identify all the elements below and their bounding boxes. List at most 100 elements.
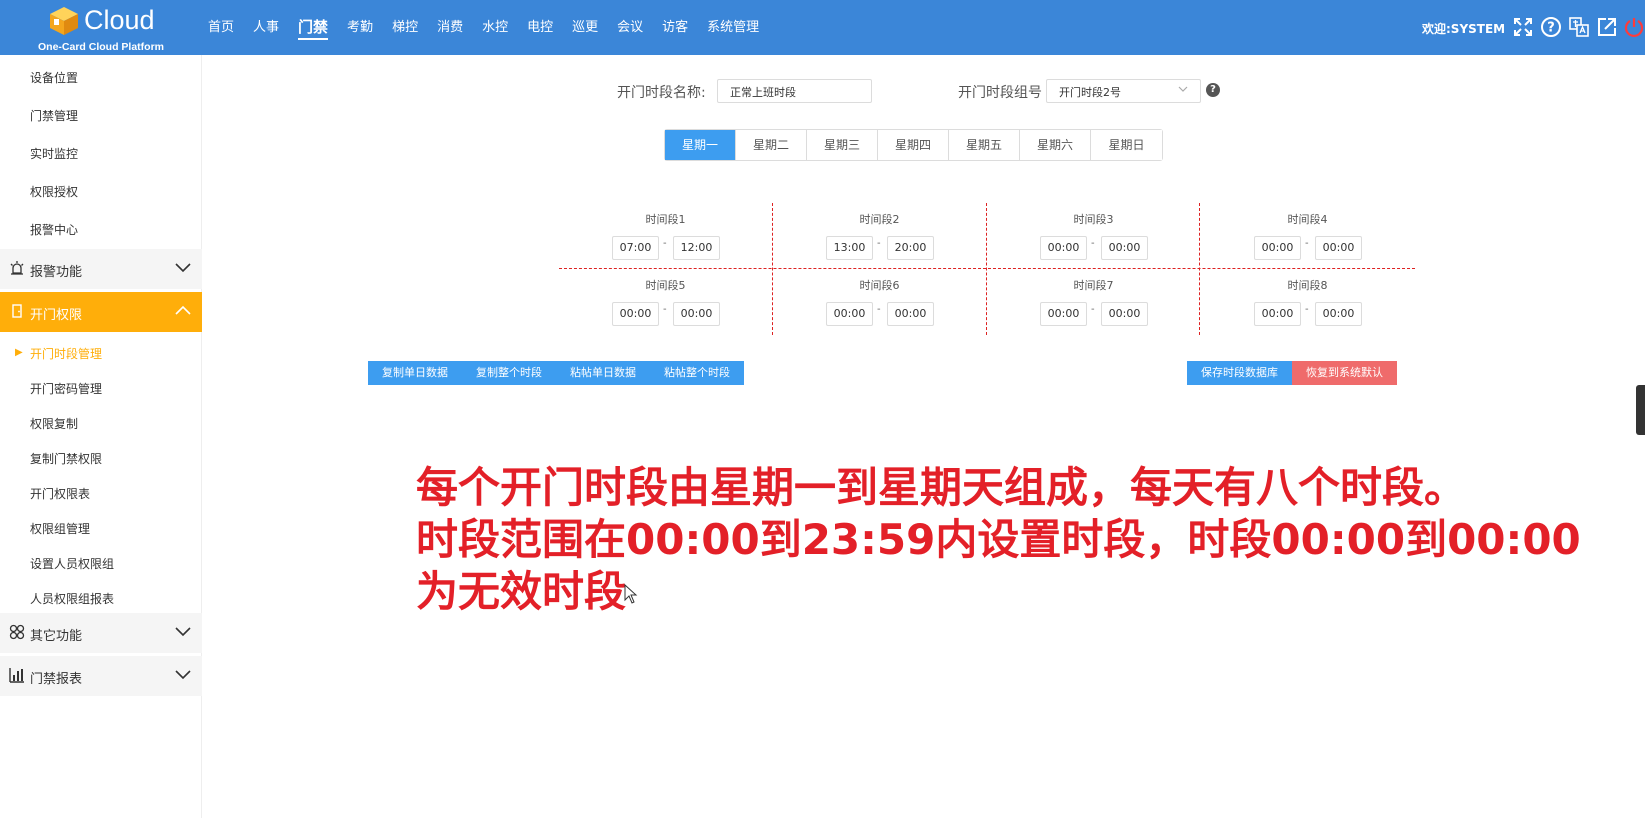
tab-tuesday[interactable]: 星期二	[736, 130, 807, 160]
slot-start-input[interactable]: 00:00	[1254, 236, 1301, 260]
save-button[interactable]: 保存时段数据库	[1187, 361, 1292, 385]
logo[interactable]: Cloud One-Card Cloud Platform	[30, 2, 172, 53]
sidebar-group-alarm[interactable]: 报警功能	[0, 249, 202, 289]
sidebar-item-copy-access-permission[interactable]: 复制门禁权限	[30, 450, 102, 467]
slot-separator: -	[663, 238, 667, 249]
sidebar-group-access-report[interactable]: 门禁报表	[0, 656, 202, 696]
slot-start-input[interactable]: 00:00	[612, 302, 659, 326]
nav-visitor[interactable]: 访客	[662, 0, 688, 55]
time-slot-7: 时间段7 00:00 - 00:00	[987, 269, 1200, 329]
tab-sunday[interactable]: 星期日	[1091, 130, 1162, 160]
slot-end-input[interactable]: 20:00	[887, 236, 934, 260]
nav-power-control[interactable]: 电控	[527, 0, 553, 55]
time-slot-5: 时间段5 00:00 - 00:00	[559, 269, 772, 329]
nav-system-management[interactable]: 系统管理	[707, 0, 759, 55]
slot-end-input[interactable]: 12:00	[673, 236, 720, 260]
logo-icon	[50, 7, 78, 35]
slot-title: 时间段5	[645, 279, 686, 292]
nav-meeting[interactable]: 会议	[617, 0, 643, 55]
tab-thursday[interactable]: 星期四	[878, 130, 949, 160]
question-icon[interactable]: ?	[1206, 83, 1220, 97]
slot-end-input[interactable]: 00:00	[673, 302, 720, 326]
chevron-up-icon	[175, 305, 191, 315]
paste-all-button[interactable]: 粘帖整个时段	[650, 361, 744, 385]
tab-friday[interactable]: 星期五	[949, 130, 1020, 160]
slot-title: 时间段2	[859, 213, 900, 226]
fullscreen-icon[interactable]	[1512, 16, 1534, 38]
nav-hr[interactable]: 人事	[253, 0, 279, 55]
sidebar-item-open-permission-table[interactable]: 开门权限表	[30, 485, 90, 502]
svg-text:?: ?	[1547, 21, 1555, 36]
app-root: Cloud One-Card Cloud Platform 首页 人事 门禁 考…	[0, 0, 1645, 818]
sidebar-item-permission-group-management[interactable]: 权限组管理	[30, 520, 90, 537]
paste-day-button[interactable]: 粘帖单日数据	[556, 361, 650, 385]
sidebar-item-device-location[interactable]: 设备位置	[30, 69, 78, 86]
sidebar-item-realtime-monitor[interactable]: 实时监控	[30, 145, 78, 162]
slot-end-input[interactable]: 00:00	[1101, 302, 1148, 326]
save-toolbar: 保存时段数据库 恢复到系统默认	[1187, 361, 1397, 385]
nav-consumption[interactable]: 消费	[437, 0, 463, 55]
slot-end-input[interactable]: 00:00	[1315, 236, 1362, 260]
slot-separator: -	[877, 238, 881, 249]
nav-elevator[interactable]: 梯控	[392, 0, 418, 55]
copy-day-button[interactable]: 复制单日数据	[368, 361, 462, 385]
slot-start-input[interactable]: 00:00	[826, 302, 873, 326]
slot-end-input[interactable]: 00:00	[1315, 302, 1362, 326]
chevron-down-icon	[175, 263, 191, 273]
mouse-cursor-icon	[624, 584, 638, 604]
nav-patrol[interactable]: 巡更	[572, 0, 598, 55]
nav-water-control[interactable]: 水控	[482, 0, 508, 55]
sidebar-item-permission-copy[interactable]: 权限复制	[30, 415, 78, 432]
external-link-icon[interactable]	[1596, 16, 1618, 38]
slot-title: 时间段7	[1073, 279, 1114, 292]
tab-saturday[interactable]: 星期六	[1020, 130, 1091, 160]
time-slot-grid: 时间段1 07:00 - 12:00 时间段2 13:00 - 20:00 时间…	[559, 203, 1415, 335]
period-name-label: 开门时段名称:	[617, 85, 706, 101]
chevron-down-icon	[175, 627, 191, 637]
power-icon[interactable]	[1623, 16, 1645, 38]
sidebar-item-set-person-permission-group[interactable]: 设置人员权限组	[30, 555, 114, 572]
nav-home[interactable]: 首页	[208, 0, 234, 55]
slot-end-input[interactable]: 00:00	[887, 302, 934, 326]
slot-start-input[interactable]: 00:00	[1040, 236, 1087, 260]
slot-start-input[interactable]: 13:00	[826, 236, 873, 260]
nav-attendance[interactable]: 考勤	[347, 0, 373, 55]
nav-access-control[interactable]: 门禁	[298, 0, 329, 55]
sidebar: 设备位置 门禁管理 实时监控 权限授权 报警中心 报警功能 开门权限 ▶ 开门时…	[0, 55, 202, 818]
slot-start-input[interactable]: 07:00	[612, 236, 659, 260]
sidebar-item-person-permission-group-report[interactable]: 人员权限组报表	[30, 590, 114, 607]
period-name-input[interactable]: 正常上班时段	[717, 79, 872, 103]
copy-all-button[interactable]: 复制整个时段	[462, 361, 556, 385]
sidebar-group-other-label: 其它功能	[30, 629, 83, 644]
sidebar-item-alarm-center[interactable]: 报警中心	[30, 221, 78, 238]
slot-title: 时间段4	[1287, 213, 1328, 226]
time-slot-6: 时间段6 00:00 - 00:00	[773, 269, 986, 329]
slot-separator: -	[1305, 304, 1309, 315]
slot-start-input[interactable]: 00:00	[1254, 302, 1301, 326]
caption-line-3: 为无效时段	[416, 567, 627, 616]
help-icon[interactable]: ?	[1540, 16, 1562, 38]
chevron-down-icon	[1178, 86, 1188, 92]
sidebar-item-access-management[interactable]: 门禁管理	[30, 107, 78, 124]
logo-text: Cloud	[84, 5, 155, 35]
side-scroll-handle[interactable]	[1636, 385, 1645, 435]
restore-default-button[interactable]: 恢复到系统默认	[1292, 361, 1397, 385]
sidebar-item-permission-grant[interactable]: 权限授权	[30, 183, 78, 200]
sidebar-item-open-password-management[interactable]: 开门密码管理	[30, 380, 102, 397]
main-nav: 首页 人事 门禁 考勤 梯控 消费 水控 电控 巡更 会议 访客 系统管理	[208, 0, 778, 55]
tab-wednesday[interactable]: 星期三	[807, 130, 878, 160]
alarm-icon	[10, 261, 24, 275]
sidebar-group-other-functions[interactable]: 其它功能	[0, 613, 202, 653]
logo-subtitle: One-Card Cloud Platform	[38, 41, 165, 53]
time-slot-2: 时间段2 13:00 - 20:00	[773, 203, 986, 263]
time-slot-8: 时间段8 00:00 - 00:00	[1201, 269, 1414, 329]
sidebar-group-access-label: 开门权限	[30, 308, 83, 323]
sidebar-item-open-period-management[interactable]: 开门时段管理	[30, 345, 102, 362]
slot-separator: -	[663, 304, 667, 315]
tab-monday[interactable]: 星期一	[665, 130, 736, 160]
time-slot-3: 时间段3 00:00 - 00:00	[987, 203, 1200, 263]
slot-end-input[interactable]: 00:00	[1101, 236, 1148, 260]
slot-start-input[interactable]: 00:00	[1040, 302, 1087, 326]
sidebar-group-access-permission[interactable]: 开门权限	[0, 292, 202, 332]
language-icon[interactable]	[1568, 16, 1590, 38]
